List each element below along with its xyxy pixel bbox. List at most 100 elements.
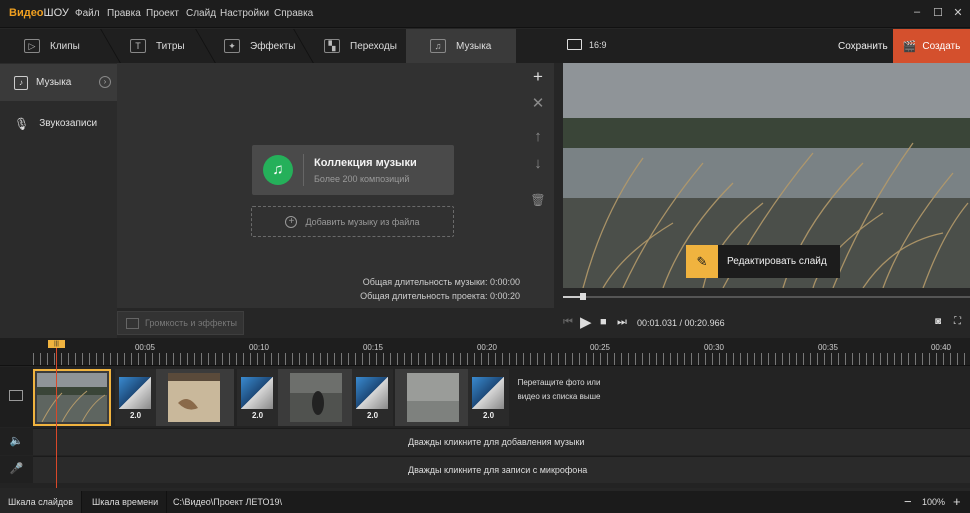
- minimize-button[interactable]: –: [910, 6, 924, 20]
- edit-slide-label: Редактировать слайд: [727, 256, 827, 267]
- tab-transitions[interactable]: ▚ Переходы: [300, 29, 410, 63]
- menu-settings[interactable]: Настройки: [220, 8, 269, 19]
- play-icon[interactable]: ▶: [580, 313, 592, 331]
- transition-duration: 2.0: [482, 411, 495, 420]
- fullscreen-icon[interactable]: ⛶: [954, 316, 961, 327]
- camera-icon: 🎬: [902, 40, 917, 53]
- microphone-icon: 🎤: [0, 456, 33, 483]
- music-note-icon: ♫: [430, 39, 446, 53]
- volume-label: Громкость и эффекты: [145, 318, 237, 328]
- volume-effects-button[interactable]: Громкость и эффекты: [117, 311, 244, 335]
- tab-bar: ▷ Клипы T Титры ✦ Эффекты ▚ Переходы ♫ Музыка: [0, 29, 557, 63]
- app-logo: ВидеоШОУ: [9, 7, 69, 19]
- move-down-icon[interactable]: ↓: [530, 156, 546, 172]
- transition-thumbnail: [119, 377, 151, 409]
- transition-duration: 2.0: [366, 411, 379, 420]
- sidebar-item-music[interactable]: ♪ Музыка ›: [0, 64, 117, 101]
- card-subtitle: Более 200 композиций: [314, 174, 410, 184]
- playhead-line: [56, 348, 57, 488]
- effects-icon: ✦: [224, 39, 240, 53]
- create-button[interactable]: 🎬 Создать: [893, 29, 970, 63]
- project-path: C:\Видео\Проект ЛЕТО19\: [173, 497, 282, 507]
- transition-item[interactable]: 2.0: [468, 369, 509, 426]
- skip-back-icon[interactable]: ⏮: [563, 316, 573, 329]
- playhead-handle[interactable]: |||: [48, 340, 65, 348]
- transition-item[interactable]: 2.0: [115, 369, 156, 426]
- zoom-in-icon[interactable]: +: [953, 494, 961, 509]
- add-music-from-file-button[interactable]: + Добавить музыку из файла: [251, 206, 454, 237]
- slide-thumbnail: [290, 373, 342, 422]
- tab-effects-label: Эффекты: [250, 40, 296, 52]
- menu-help[interactable]: Справка: [274, 8, 313, 19]
- transition-item[interactable]: 2.0: [237, 369, 278, 426]
- sidebar-item-recordings[interactable]: 🎙 Звукозаписи: [0, 105, 117, 142]
- tab-titles-label: Титры: [156, 40, 185, 52]
- edit-slide-button[interactable]: ✎ Редактировать слайд: [686, 245, 840, 278]
- trash-icon[interactable]: 🗑: [530, 192, 546, 208]
- transition-item[interactable]: 2.0: [352, 369, 393, 426]
- chevron-right-icon: ›: [99, 76, 111, 88]
- save-button[interactable]: Сохранить: [838, 41, 888, 52]
- ruler-label: 00:30: [703, 343, 725, 352]
- scrubber-track[interactable]: [563, 296, 970, 298]
- music-icon: ♪: [14, 75, 28, 90]
- transition-duration: 2.0: [129, 411, 142, 420]
- zoom-out-icon[interactable]: −: [904, 494, 912, 509]
- card-title: Коллекция музыки: [314, 157, 417, 169]
- ruler-label: 00:15: [362, 343, 384, 352]
- slide-thumbnail-image: [168, 373, 220, 410]
- tab-effects[interactable]: ✦ Эффекты: [200, 29, 304, 63]
- ruler-label: 00:05: [134, 343, 156, 352]
- skip-forward-icon[interactable]: ⏭: [617, 316, 627, 329]
- maximize-button[interactable]: ☐: [931, 6, 945, 20]
- sidebar-item-label: Музыка: [36, 77, 72, 88]
- timecode: 00:01.031 / 00:20.966: [637, 318, 725, 328]
- drop-hint: Перетащите фото или видео из списка выше: [517, 378, 601, 401]
- sidebar-item-label: Звукозаписи: [39, 118, 98, 129]
- add-icon[interactable]: +: [530, 68, 546, 85]
- slide-thumbnail-image: [290, 391, 342, 422]
- tab-titles[interactable]: T Титры: [106, 29, 206, 63]
- titles-icon: T: [130, 39, 146, 53]
- ruler-ticks: [33, 353, 970, 365]
- slides-scale-button[interactable]: Шкала слайдов: [0, 491, 82, 513]
- slide-thumbnail: [168, 373, 220, 422]
- microphone-icon: 🎙: [14, 116, 30, 131]
- remove-icon[interactable]: ✕: [530, 96, 546, 112]
- slide-thumbnail-image: [407, 401, 459, 422]
- menu-project[interactable]: Проект: [146, 8, 179, 19]
- film-icon: [9, 390, 23, 401]
- transition-thumbnail: [472, 377, 504, 409]
- timeline-scale-button[interactable]: Шкала времени: [84, 491, 168, 513]
- tab-music[interactable]: ♫ Музыка: [406, 29, 516, 63]
- slide-thumbnail: [407, 373, 459, 422]
- move-up-icon[interactable]: ↑: [530, 129, 546, 145]
- transition-duration: 2.0: [251, 411, 264, 420]
- snapshot-icon[interactable]: ◙: [935, 316, 941, 327]
- scrubber-handle[interactable]: [580, 293, 586, 300]
- clips-icon: ▷: [24, 39, 40, 53]
- plus-circle-icon: +: [285, 215, 298, 228]
- music-collection-card[interactable]: ♫ Коллекция музыки Более 200 композиций: [252, 145, 454, 195]
- zoom-level: 100%: [922, 497, 946, 507]
- tab-clips[interactable]: ▷ Клипы: [0, 29, 110, 63]
- monitor-icon[interactable]: [567, 39, 582, 50]
- divider: [303, 154, 304, 186]
- tab-clips-label: Клипы: [50, 40, 80, 52]
- transition-thumbnail: [241, 377, 273, 409]
- close-button[interactable]: ✕: [951, 6, 965, 20]
- menu-edit[interactable]: Правка: [107, 8, 141, 19]
- add-file-label: Добавить музыку из файла: [305, 216, 420, 227]
- pencil-icon: ✎: [686, 245, 718, 278]
- stop-icon[interactable]: ■: [600, 316, 607, 328]
- volume-icon: [126, 317, 139, 329]
- menu-slide[interactable]: Слайд: [186, 8, 216, 19]
- aspect-ratio[interactable]: 16:9: [589, 40, 607, 50]
- total-music-duration: Общая длительность музыки: 0:00:00: [362, 277, 520, 287]
- menu-file[interactable]: Файл: [75, 8, 100, 19]
- scrubber-bg: [563, 290, 970, 306]
- ruler-label: 00:25: [589, 343, 611, 352]
- transitions-icon: ▚: [324, 39, 340, 53]
- sidebar: ♪ Музыка › 🎙 Звукозаписи: [0, 63, 117, 338]
- ruler-label: 00:35: [817, 343, 839, 352]
